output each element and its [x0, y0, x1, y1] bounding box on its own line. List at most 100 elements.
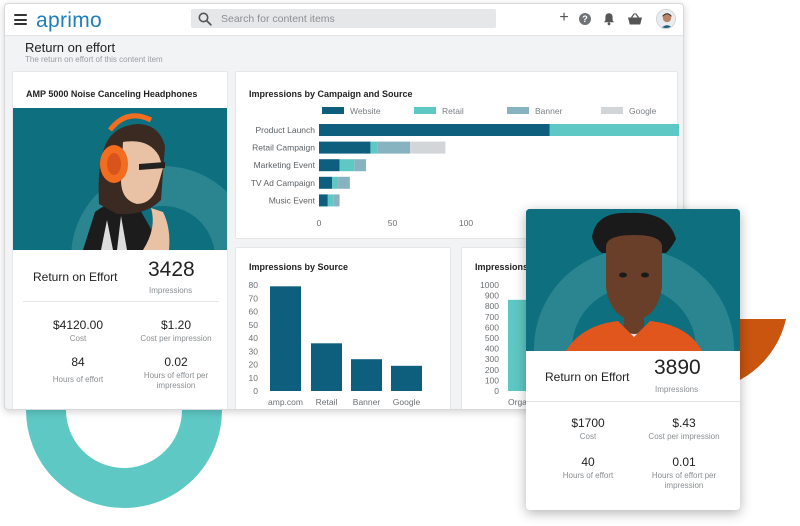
bar-tv-ad-campaign-banner [338, 176, 350, 189]
y-tick-1000: 1000 [480, 280, 499, 290]
bar-music-event-retail [327, 194, 334, 207]
page-subtitle: The return on effort of this content ite… [25, 55, 163, 64]
x-tick-100: 100 [459, 218, 473, 228]
y-tick-10: 10 [249, 373, 259, 383]
y-tick-0: 0 [253, 386, 258, 396]
x-label-amp-com: amp.com [268, 397, 303, 407]
cost-per-impression-label: Cost per impression [140, 334, 212, 343]
bar-amp-com [270, 286, 301, 391]
bar-banner [351, 359, 382, 391]
return-on-effort-card: AMP 5000 Noise Canceling Headphones Retu… [12, 71, 228, 409]
bar-marketing-event-retail [339, 159, 355, 172]
y-tick-70: 70 [249, 293, 259, 303]
category-label-tv-ad-campaign: TV Ad Campaign [251, 178, 316, 188]
y-tick-60: 60 [249, 307, 259, 317]
top-bar: aprimo + ? [5, 4, 683, 36]
bar-retail-campaign-website [319, 141, 371, 154]
overlay-cost-per-impression-stat: $.43 Cost per impression [634, 416, 734, 442]
bar-product-launch-retail [549, 124, 679, 136]
hours-per-impression-stat: 0.02 Hours of effort per impression [134, 355, 218, 391]
cost-value: $4120.00 [52, 318, 104, 332]
user-avatar[interactable] [656, 9, 676, 29]
y-tick-500: 500 [485, 333, 499, 343]
return-on-effort-label: Return on Effort [33, 270, 118, 284]
add-icon[interactable]: + [557, 10, 571, 26]
legend-swatch-google [601, 107, 623, 114]
category-label-music-event: Music Event [269, 195, 316, 205]
overlay-hours-of-effort-stat: 40 Hours of effort [543, 455, 633, 481]
bar-marketing-event-website [319, 159, 340, 172]
x-tick-0: 0 [317, 218, 322, 228]
y-tick-100: 100 [485, 375, 499, 385]
search-icon [198, 12, 212, 26]
y-tick-300: 300 [485, 354, 499, 364]
overlay-return-on-effort-label: Return on Effort [545, 370, 630, 384]
bar-retail-campaign-retail [370, 141, 378, 154]
young-man-illustration [526, 209, 740, 351]
bar-music-event-website [319, 194, 328, 207]
source-chart: 0 10 20 30 40 50 60 70 80 amp.com Retail Banner Goog… [249, 280, 422, 407]
y-tick-200: 200 [485, 365, 499, 375]
stats-divider [23, 301, 219, 302]
bell-icon[interactable] [602, 12, 616, 26]
bar-tv-ad-campaign-website [319, 176, 333, 189]
overlay-hours-per-impression-stat: 0.01 Hours of effort per impression [639, 455, 729, 491]
bar-product-launch-website [319, 124, 550, 136]
cost-per-impression-value: $1.20 [160, 318, 192, 332]
y-tick-50: 50 [249, 320, 259, 330]
overlay-cost-value: $1700 [571, 416, 605, 430]
bar-marketing-event-banner [354, 159, 367, 172]
cost-per-impression-stat: $1.20 Cost per impression [128, 318, 224, 344]
hamburger-menu-icon[interactable] [14, 14, 27, 25]
legend-label-website: Website [350, 106, 381, 116]
overlay-impressions-value: 3890 [654, 356, 701, 379]
cost-stat: $4120.00 Cost [33, 318, 123, 344]
basket-icon[interactable] [627, 12, 643, 26]
source-chart-card: Impressions by Source 0 10 20 30 40 50 60 70 80 a… [235, 247, 451, 409]
y-tick-30: 30 [249, 346, 259, 356]
y-tick-80: 80 [249, 280, 259, 290]
x-label-banner: Banner [353, 397, 381, 407]
y-tick-400: 400 [485, 344, 499, 354]
y-tick-20: 20 [249, 360, 259, 370]
legend-label-banner: Banner [535, 106, 563, 116]
young-man-photo [526, 209, 740, 351]
legend-swatch-website [322, 107, 344, 114]
help-icon[interactable]: ? [579, 13, 591, 25]
y-tick-800: 800 [485, 301, 499, 311]
y-tick-700: 700 [485, 312, 499, 322]
y-tick-40: 40 [249, 333, 259, 343]
search-input[interactable] [221, 9, 491, 28]
category-label-product-launch: Product Launch [255, 125, 315, 135]
legend-swatch-retail [414, 107, 436, 114]
bar-retail-campaign-banner [377, 141, 411, 154]
overlay-hours-of-effort-value: 40 [581, 455, 595, 469]
x-label-retail: Retail [316, 397, 338, 407]
legend-label-google: Google [629, 106, 657, 116]
content-item-title: AMP 5000 Noise Canceling Headphones [26, 89, 198, 99]
overlay-impressions-label: Impressions [655, 385, 699, 394]
y-tick-0: 0 [494, 386, 499, 396]
legend-swatch-banner [507, 107, 529, 114]
overlay-cost-stat: $1700 Cost [543, 416, 633, 442]
aprimo-logo[interactable]: aprimo [36, 9, 102, 33]
overlay-cost-label: Cost [579, 432, 597, 441]
return-on-effort-overlay-card: Return on Effort 3890 Impressions $1700 … [526, 209, 740, 510]
x-label-google: Google [393, 397, 421, 407]
hours-per-impression-value: 0.02 [164, 355, 188, 369]
page-title: Return on effort [25, 40, 116, 55]
overlay-hours-per-impression-value: 0.01 [672, 455, 696, 469]
search-box[interactable] [191, 9, 496, 28]
bar-google [391, 365, 422, 391]
category-label-marketing-event: Marketing Event [254, 160, 316, 170]
legend-label-retail: Retail [442, 106, 464, 116]
overlay-hours-per-impression-label: Hours of effort per impression [651, 471, 717, 490]
bar-tv-ad-campaign-retail [332, 176, 339, 189]
hours-of-effort-stat: 84 Hours of effort [33, 355, 123, 385]
impressions-value: 3428 [148, 258, 195, 281]
user-avatar-image [657, 10, 675, 28]
hours-of-effort-value: 84 [71, 355, 85, 369]
cost-label: Cost [69, 334, 87, 343]
bar-retail [311, 343, 342, 391]
impressions-label: Impressions [149, 286, 193, 295]
